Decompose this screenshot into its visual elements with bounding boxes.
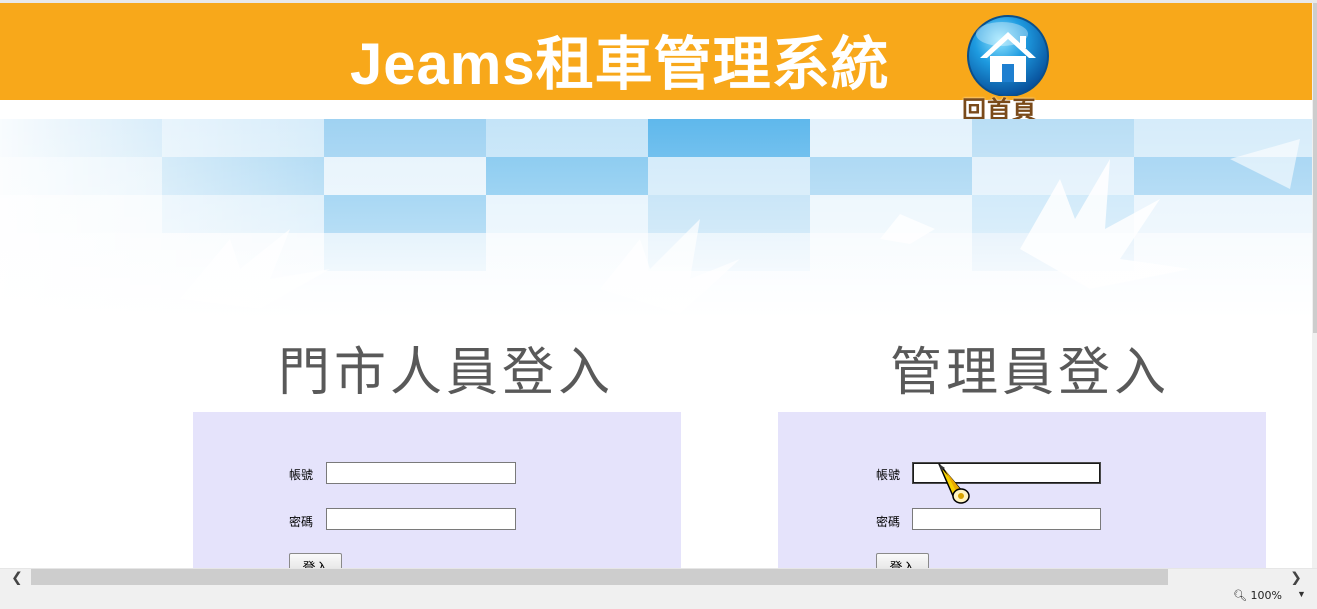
admin-account-label: 帳號: [876, 468, 901, 482]
store-login-button[interactable]: 登入: [289, 553, 342, 568]
store-login-panel: 帳號 密碼 登入: [193, 412, 681, 568]
horizontal-scrollbar[interactable]: ❮ ❯: [0, 568, 1317, 585]
home-button[interactable]: 回首頁: [956, 14, 1064, 126]
admin-password-input[interactable]: [912, 508, 1101, 530]
horizontal-scrollbar-thumb[interactable]: [31, 569, 1168, 585]
zoom-dropdown-icon[interactable]: ▼: [1297, 589, 1306, 599]
magnifier-icon: 🔍︎: [1233, 589, 1247, 602]
zoom-level: 100%: [1250, 589, 1282, 602]
vertical-scrollbar-thumb[interactable]: [1313, 3, 1317, 333]
store-login-title: 門市人員登入: [278, 343, 615, 403]
scroll-left-arrow-icon[interactable]: ❮: [10, 569, 24, 586]
site-header: Jeams租車管理系統: [0, 3, 1312, 100]
site-title: Jeams租車管理系統: [350, 32, 890, 97]
store-password-label: 密碼: [289, 515, 314, 529]
store-account-input[interactable]: [326, 462, 516, 484]
store-password-input[interactable]: [326, 508, 516, 530]
admin-login-panel: 帳號 密碼 登入: [778, 412, 1266, 568]
banner-image: [0, 119, 1312, 319]
zoom-control[interactable]: 🔍︎ 100%: [1233, 589, 1282, 602]
vertical-scrollbar[interactable]: [1312, 3, 1317, 568]
admin-login-title: 管理員登入: [890, 343, 1171, 403]
admin-login-button[interactable]: 登入: [876, 553, 929, 568]
status-bar: 🔍︎ 100% ▼: [0, 585, 1317, 609]
store-account-label: 帳號: [289, 468, 314, 482]
page-viewport: Jeams租車管理系統 回首頁 門市人員登入 管理員登入 帳號 密碼 帳號 密碼: [0, 0, 1317, 568]
home-icon: [967, 15, 1049, 97]
scroll-right-arrow-icon[interactable]: ❯: [1289, 569, 1303, 586]
admin-account-input[interactable]: [912, 462, 1101, 484]
admin-password-label: 密碼: [876, 515, 901, 529]
